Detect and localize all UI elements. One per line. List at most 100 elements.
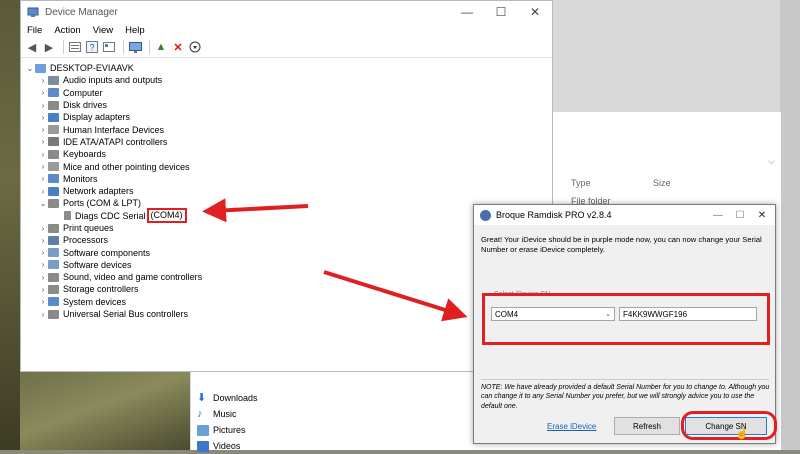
tree-node-disk-drives[interactable]: › Disk drives — [21, 99, 552, 111]
menu-action[interactable]: Action — [54, 25, 80, 36]
chevron-right-icon[interactable]: › — [38, 150, 48, 159]
chevron-right-icon[interactable]: › — [38, 137, 48, 146]
chevron-right-icon[interactable]: › — [38, 297, 48, 306]
chevron-right-icon[interactable]: › — [38, 273, 48, 282]
device-category-icon — [48, 186, 59, 196]
toolbar-separator — [63, 40, 64, 54]
tree-node-label: Disk drives — [63, 100, 108, 111]
tree-node-label: Universal Serial Bus controllers — [63, 309, 189, 320]
device-category-icon — [48, 235, 59, 245]
chevron-right-icon[interactable]: › — [38, 101, 48, 110]
toolbar-separator — [149, 40, 150, 54]
enable-device-icon[interactable]: ▲ — [154, 40, 168, 54]
computer-icon — [35, 63, 46, 73]
svg-text:?: ? — [90, 43, 95, 53]
desktop-background-photo — [20, 372, 190, 450]
device-category-icon — [48, 88, 59, 98]
chevron-right-icon[interactable]: › — [38, 248, 48, 257]
uninstall-icon[interactable]: ✕ — [171, 40, 185, 54]
device-category-icon — [48, 297, 59, 307]
device-category-icon — [48, 149, 59, 159]
chevron-right-icon[interactable]: › — [38, 224, 48, 233]
tree-node-label: Computer — [63, 87, 103, 98]
dialog-maximize-button[interactable]: ☐ — [729, 205, 751, 225]
chevron-right-icon[interactable]: › — [38, 236, 48, 245]
menu-bar: File Action View Help — [21, 23, 552, 37]
tree-node-label: Processors — [63, 235, 109, 246]
tree-node-mice-and-other-pointing-devices[interactable]: › Mice and other pointing devices — [21, 160, 552, 172]
forward-arrow-icon[interactable]: ▶ — [42, 40, 56, 54]
tree-node-audio-inputs-and-outputs[interactable]: › Audio inputs and outputs — [21, 74, 552, 86]
scan-hardware-icon[interactable] — [128, 40, 142, 54]
back-arrow-icon[interactable]: ◀ — [25, 40, 39, 54]
tree-node-keyboards[interactable]: › Keyboards — [21, 148, 552, 160]
tree-node-label: Sound, video and game controllers — [63, 272, 203, 283]
tree-node-ide-ata-atapi-controllers[interactable]: › IDE ATA/ATAPI controllers — [21, 136, 552, 148]
nav-item-music[interactable]: ♪ Music — [191, 406, 258, 422]
erase-idevice-button[interactable]: Erase iDevice — [547, 422, 596, 431]
chevron-right-icon[interactable]: › — [38, 187, 48, 196]
device-category-icon — [48, 75, 59, 85]
chevron-right-icon[interactable]: › — [38, 260, 48, 269]
port-connector-icon — [64, 211, 71, 221]
maximize-button[interactable]: ☐ — [484, 1, 518, 23]
tree-node-label: System devices — [63, 296, 127, 307]
device-category-icon — [48, 125, 59, 135]
tree-node-label: Storage controllers — [63, 284, 139, 295]
refresh-button[interactable]: Refresh — [614, 417, 680, 435]
chevron-down-icon[interactable]: ⌄ — [38, 199, 48, 208]
column-type-header[interactable]: Type — [571, 178, 591, 188]
device-category-icon — [48, 309, 59, 319]
nav-item-label: Music — [213, 409, 237, 419]
chevron-right-icon[interactable]: › — [38, 113, 48, 122]
tree-node-label: Software components — [63, 247, 151, 258]
device-category-icon — [48, 248, 59, 258]
device-category-icon — [48, 284, 59, 294]
chevron-down-icon[interactable]: ⌄ — [25, 64, 35, 73]
nav-item-videos[interactable]: Videos — [191, 438, 258, 454]
menu-view[interactable]: View — [93, 25, 113, 36]
device-category-icon — [48, 137, 59, 147]
title-bar[interactable]: Device Manager — ☐ ✕ — [21, 1, 552, 23]
chevron-right-icon[interactable]: › — [38, 285, 48, 294]
chevron-right-icon[interactable]: › — [38, 162, 48, 171]
tree-node-label: Network adapters — [63, 186, 134, 197]
column-size-header[interactable]: Size — [653, 178, 671, 188]
window-title: Device Manager — [45, 6, 118, 18]
tree-node-label: Audio inputs and outputs — [63, 75, 163, 86]
tree-node-label: IDE ATA/ATAPI controllers — [63, 136, 168, 147]
nav-item-pictures[interactable]: Pictures — [191, 422, 258, 438]
disable-device-icon[interactable] — [188, 40, 202, 54]
device-category-icon — [48, 223, 59, 233]
close-button[interactable]: ✕ — [518, 1, 552, 23]
menu-help[interactable]: Help — [125, 25, 145, 36]
tree-node-network-adapters[interactable]: › Network adapters — [21, 185, 552, 197]
dialog-message: Great! Your iDevice should be in purple … — [481, 235, 762, 254]
properties-icon[interactable] — [68, 40, 82, 54]
dialog-title-bar[interactable]: Broque Ramdisk PRO v2.8.4 — ☐ ✕ — [474, 205, 775, 225]
change-sn-highlight — [681, 411, 777, 440]
chevron-down-icon[interactable]: ⌵ — [768, 156, 775, 167]
minimize-button[interactable]: — — [450, 1, 484, 23]
update-driver-icon[interactable] — [102, 40, 116, 54]
nav-item-label: Downloads — [213, 393, 258, 403]
tree-root[interactable]: ⌄ DESKTOP-EVIAAVK — [21, 62, 552, 74]
dialog-close-button[interactable]: ✕ — [751, 205, 773, 225]
chevron-right-icon[interactable]: › — [38, 76, 48, 85]
tree-node-computer[interactable]: › Computer — [21, 87, 552, 99]
tree-node-human-interface-devices[interactable]: › Human Interface Devices — [21, 123, 552, 135]
help-icon[interactable]: ? — [85, 40, 99, 54]
tree-node-monitors[interactable]: › Monitors — [21, 173, 552, 185]
chevron-right-icon[interactable]: › — [38, 125, 48, 134]
serial-highlight-box — [482, 293, 770, 345]
chevron-right-icon[interactable]: › — [38, 88, 48, 97]
hand-cursor-icon: ☝ — [735, 428, 749, 440]
device-category-icon — [48, 260, 59, 270]
explorer-nav-pane: ⬇ Downloads ♪ Music Pictures Videos — [191, 390, 258, 454]
dialog-minimize-button[interactable]: — — [707, 205, 729, 225]
tree-node-display-adapters[interactable]: › Display adapters — [21, 111, 552, 123]
menu-file[interactable]: File — [27, 25, 42, 36]
chevron-right-icon[interactable]: › — [38, 310, 48, 319]
nav-item-downloads[interactable]: ⬇ Downloads — [191, 390, 258, 406]
chevron-right-icon[interactable]: › — [38, 174, 48, 183]
